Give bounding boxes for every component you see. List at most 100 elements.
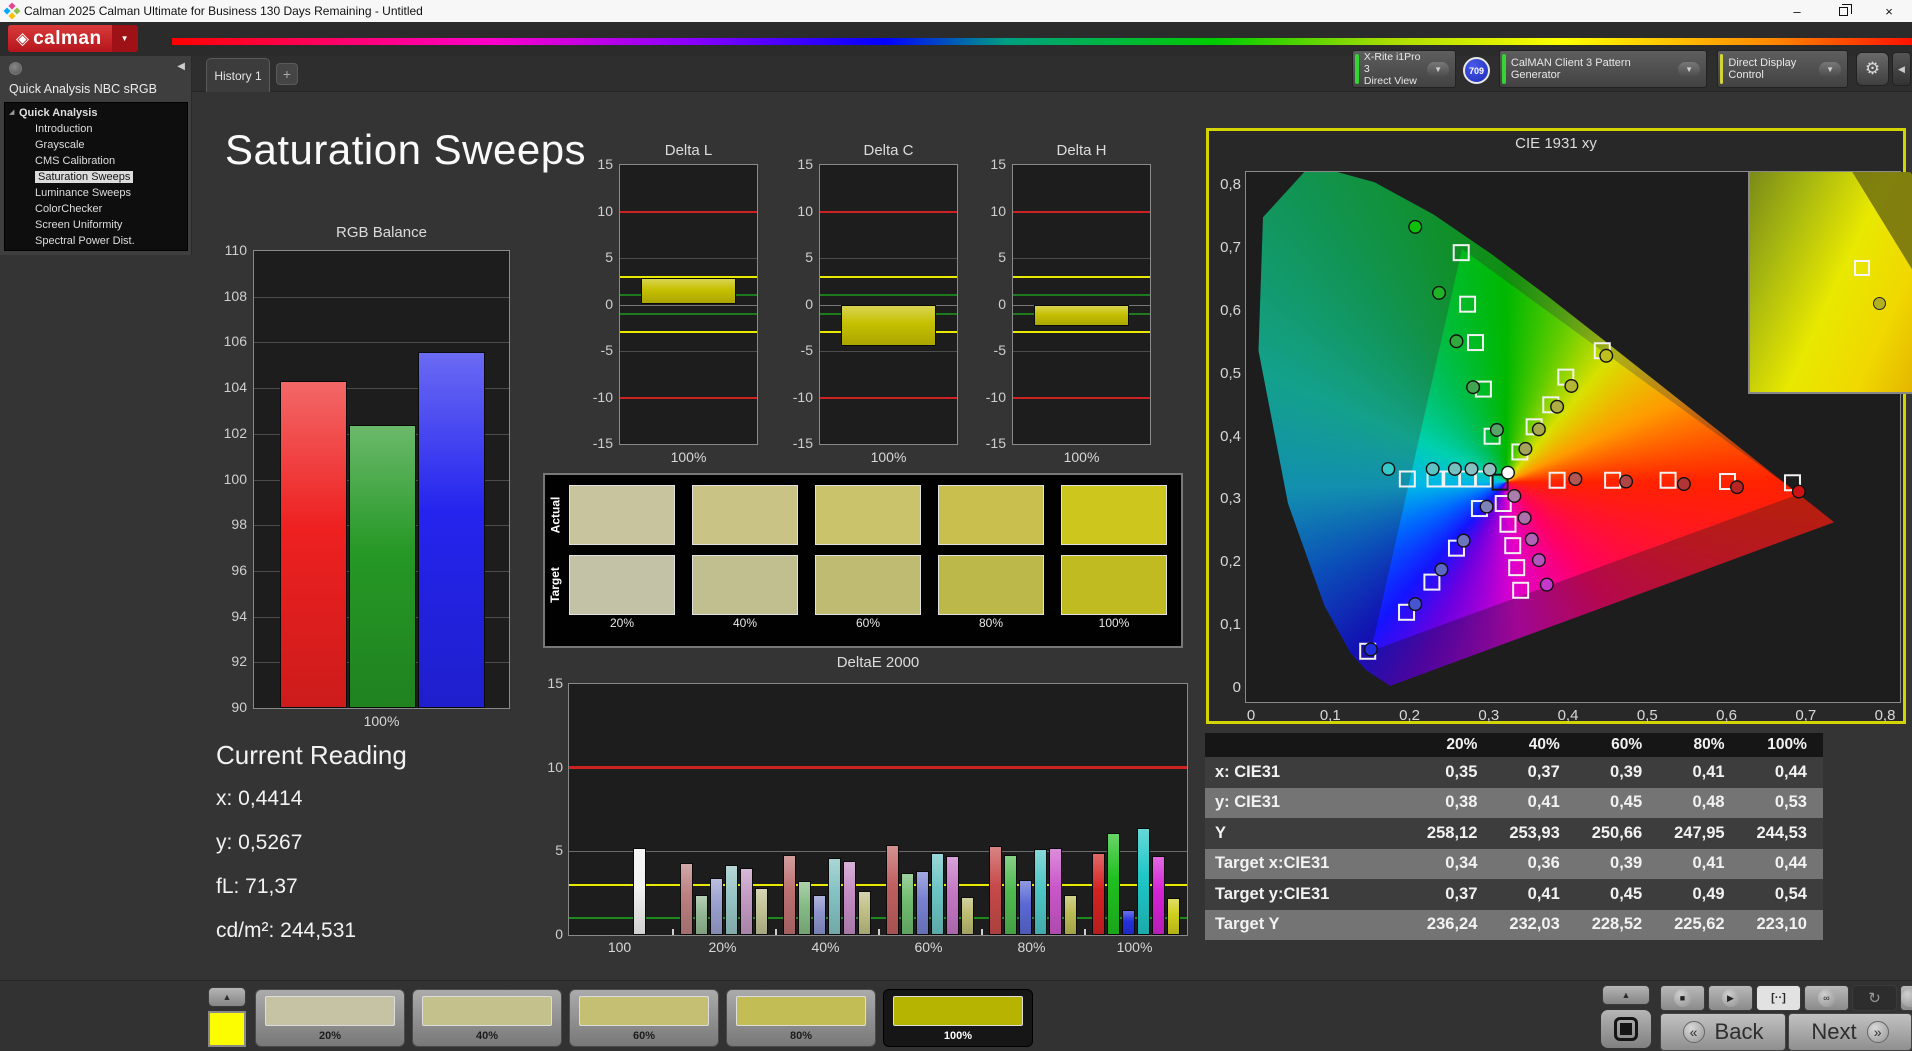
deltae-bar: [739, 868, 753, 935]
chart-title: RGB Balance: [336, 224, 427, 241]
deltae-bar: [679, 863, 693, 935]
extra-transport-button[interactable]: [1900, 985, 1912, 1011]
continuous-measure-button[interactable]: ∞: [1804, 985, 1849, 1011]
tree-item[interactable]: Screen Uniformity: [5, 217, 187, 233]
value-cell: 223,10: [1756, 915, 1807, 934]
chart-title: Delta H: [1056, 142, 1107, 159]
delta-c-chart[interactable]: Delta C -15 -10 -5 0 5 10 15 100%: [785, 142, 965, 472]
next-button[interactable]: Next »: [1788, 1013, 1912, 1051]
value-cell: 0,41: [1527, 884, 1560, 903]
display-status-indicator: [1720, 54, 1724, 84]
calman-diamond-icon: ◈: [16, 28, 30, 48]
value-cell: 225,62: [1674, 915, 1725, 934]
collapse-panel-button[interactable]: ◀: [1892, 52, 1911, 86]
y-tick-label: 96: [231, 561, 247, 578]
transport-up-button[interactable]: ▲: [1602, 985, 1650, 1005]
pattern-window-button[interactable]: [··]: [1756, 985, 1801, 1011]
deltae-2000-chart[interactable]: DeltaE 2000 0 5 10 15 100 20% 40% 60% 80% 100%: [545, 654, 1193, 960]
value-cell: 247,95: [1674, 823, 1725, 842]
deltae-bar: [1151, 856, 1165, 935]
patch-button-80%[interactable]: 80%: [726, 989, 876, 1047]
calman-logo-menu[interactable]: ◈ calman ▼: [8, 25, 138, 52]
tree-item[interactable]: Luminance Sweeps: [5, 185, 187, 201]
stop-button[interactable]: ■: [1660, 985, 1705, 1011]
y-tick-label: 10: [597, 202, 613, 219]
target-swatch: [569, 555, 675, 615]
sidebar-radio-button[interactable]: [9, 62, 22, 75]
value-cell: 0,39: [1610, 762, 1643, 781]
target-swatch: [815, 555, 921, 615]
deltae-bar: [1121, 909, 1135, 935]
next-arrow-icon: »: [1866, 1021, 1889, 1043]
deltae-bar: [754, 888, 768, 935]
current-pattern-swatch[interactable]: [208, 1011, 246, 1047]
y-tick-label: 0: [998, 295, 1006, 312]
row-label: x: CIE31: [1215, 762, 1281, 781]
tree-item[interactable]: ColorChecker: [5, 201, 187, 217]
y-tick-label: 0,7: [1220, 238, 1241, 256]
row-label: Y: [1215, 823, 1227, 842]
patch-button-20%[interactable]: 20%: [255, 989, 405, 1047]
restore-button[interactable]: [1820, 0, 1866, 22]
pattern-status-indicator: [1502, 54, 1506, 84]
actual-target-swatch-panel[interactable]: Actual Target 20% 40% 60% 80% 100%: [543, 473, 1183, 648]
gridline: [1013, 351, 1150, 352]
pattern-generator-dropdown[interactable]: CalMAN Client 3 Pattern Generator ▼: [1499, 50, 1707, 88]
y-tick-label: 10: [547, 758, 563, 775]
deltae-bar: [1048, 847, 1062, 935]
meter-dropdown[interactable]: X-Rite i1Pro 3 Direct View ▼: [1352, 50, 1456, 88]
loop-button[interactable]: ↻: [1852, 985, 1897, 1011]
group-label: 100: [607, 939, 632, 955]
patch-button-60%[interactable]: 60%: [569, 989, 719, 1047]
chevron-down-icon: ▼: [1678, 61, 1700, 77]
tree-item[interactable]: Saturation Sweeps: [5, 169, 187, 185]
settings-button[interactable]: ⚙: [1856, 52, 1889, 86]
tree-item[interactable]: ◢ Quick Analysis: [5, 105, 187, 121]
y-tick-label: 0,2: [1220, 553, 1241, 571]
rgb-balance-chart[interactable]: RGB Balance 90 92 94 96 98 100 102 104 106 108 110…: [215, 224, 515, 740]
tree-item[interactable]: Introduction: [5, 121, 187, 137]
value-cell: 258,12: [1426, 823, 1478, 842]
patch-list-up-button[interactable]: ▲: [208, 987, 246, 1007]
chart-title: Delta L: [664, 142, 713, 159]
tree-item[interactable]: Spectral Power Dist.: [5, 233, 187, 249]
patch-button-100%[interactable]: 100%: [883, 989, 1033, 1047]
tree-item[interactable]: CMS Calibration: [5, 153, 187, 169]
infinity-icon: ∞: [1823, 993, 1830, 1003]
y-tick-label: 15: [990, 156, 1006, 172]
measured-point: [1434, 562, 1449, 577]
add-tab-button[interactable]: +: [276, 63, 298, 85]
sidebar-collapse-icon[interactable]: ◀: [177, 61, 185, 72]
inset-measured-point: [1872, 297, 1886, 311]
display-control-dropdown[interactable]: Direct Display Control ▼: [1717, 50, 1848, 88]
target-swatch: [692, 555, 798, 615]
tree-expander-icon[interactable]: ◢: [9, 105, 14, 121]
x-tick-label: 0,3: [1478, 707, 1500, 724]
deltae-bar: [724, 864, 738, 935]
current-reading-panel: Current Reading x: 0,4414 y: 0,5267 fL: 71…: [216, 740, 407, 963]
y-tick-label: 0,8: [1220, 176, 1241, 193]
target-square: [1452, 244, 1470, 262]
target-square: [1423, 573, 1441, 591]
y-tick-label: 5: [805, 249, 813, 265]
limit-line: [820, 396, 957, 399]
colorspace-badge[interactable]: 709: [1463, 57, 1490, 84]
play-button[interactable]: ▶: [1708, 985, 1753, 1011]
tab-history-1[interactable]: History 1: [206, 58, 270, 92]
table-row: Y 258,12 253,93 250,66 247,95 244,53: [1205, 818, 1823, 849]
back-button[interactable]: « Back: [1660, 1013, 1786, 1051]
stop-measure-button[interactable]: [1600, 1009, 1652, 1049]
measured-point: [1432, 285, 1447, 300]
minimize-button[interactable]: –: [1774, 0, 1820, 22]
logo-dropdown-arrow-icon[interactable]: ▼: [111, 25, 138, 52]
close-button[interactable]: ×: [1866, 0, 1912, 22]
tree-item[interactable]: Grayscale: [5, 137, 187, 153]
current-reading-value: fL: 71,37: [216, 875, 298, 898]
delta-h-chart[interactable]: Delta H -15 -10 -5 0 5 10 15 100%: [978, 142, 1158, 472]
cie-1931-chart[interactable]: CIE 1931 xy 0 0,1 0,2 0,3 0,4 0,5 0,6 0,7 0,8 0 0…: [1206, 128, 1912, 724]
patch-button-40%[interactable]: 40%: [412, 989, 562, 1047]
measured-point: [1425, 461, 1440, 476]
deltae-bar: [857, 891, 871, 935]
header-cell: 40%: [1528, 736, 1560, 753]
delta-l-chart[interactable]: Delta L -15 -10 -5 0 5 10 15 100%: [585, 142, 765, 472]
